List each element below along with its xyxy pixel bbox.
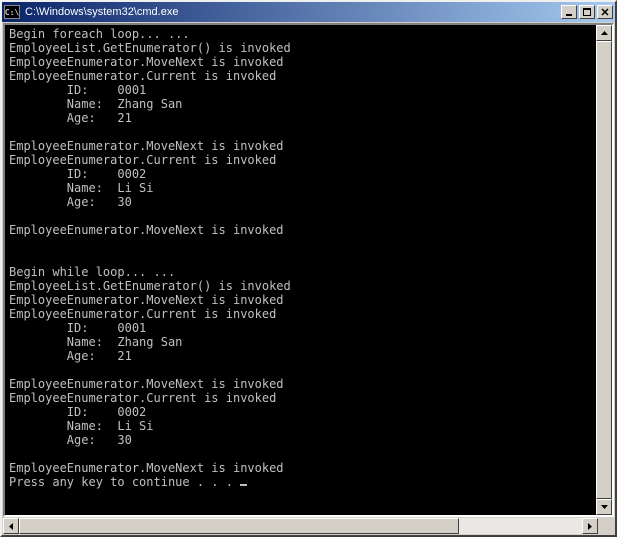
scroll-left-button[interactable]	[3, 518, 19, 534]
vertical-scroll-thumb[interactable]	[596, 41, 612, 499]
scroll-right-button[interactable]	[582, 518, 598, 534]
minimize-button[interactable]	[561, 5, 577, 19]
scroll-down-button[interactable]	[596, 499, 612, 515]
horizontal-scrollbar[interactable]	[3, 518, 614, 534]
maximize-button[interactable]	[579, 5, 595, 19]
titlebar[interactable]: C:\ C:\Windows\system32\cmd.exe	[2, 2, 615, 22]
scroll-corner	[598, 518, 614, 534]
content-area: Begin foreach loop... ... EmployeeList.G…	[3, 23, 614, 517]
text-cursor	[240, 484, 247, 486]
vertical-scrollbar[interactable]	[596, 25, 612, 515]
console-output[interactable]: Begin foreach loop... ... EmployeeList.G…	[5, 25, 596, 515]
cmd-icon: C:\	[4, 5, 20, 19]
horizontal-scroll-track[interactable]	[19, 518, 582, 534]
close-button[interactable]	[597, 5, 613, 19]
scroll-up-button[interactable]	[596, 25, 612, 41]
horizontal-scroll-thumb[interactable]	[19, 518, 459, 534]
vertical-scroll-track[interactable]	[596, 41, 612, 499]
window-controls	[559, 5, 613, 19]
window-title: C:\Windows\system32\cmd.exe	[23, 6, 556, 18]
cmd-window: C:\ C:\Windows\system32\cmd.exe Begin fo…	[0, 0, 617, 537]
